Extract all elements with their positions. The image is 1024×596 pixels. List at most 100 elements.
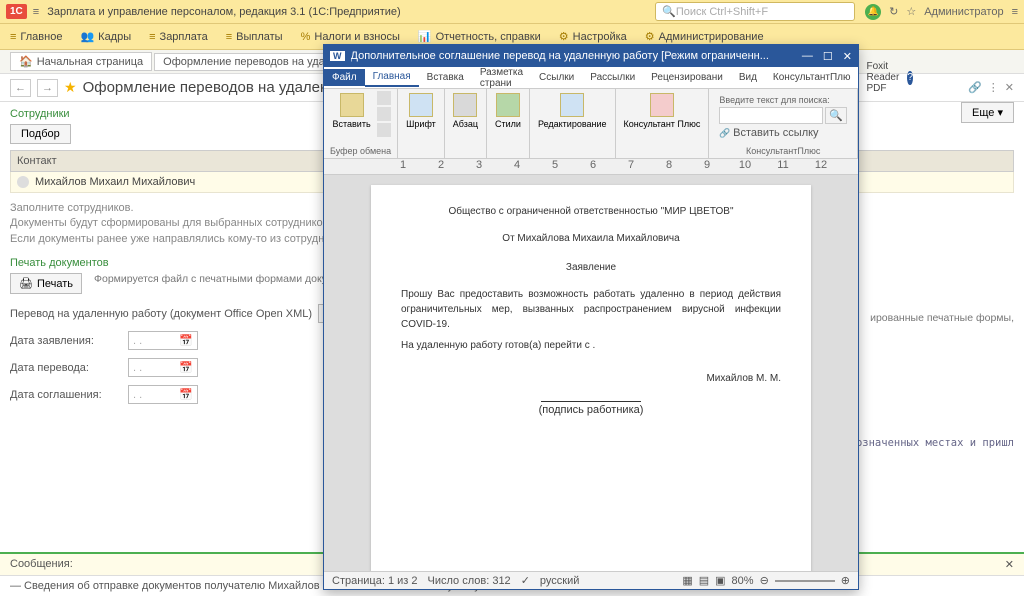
link-icon[interactable]: 🔗: [968, 81, 982, 94]
menu-zarplata[interactable]: ≡Зарплата: [149, 31, 208, 43]
date-transfer-input[interactable]: . .📅: [128, 358, 198, 377]
tab-review[interactable]: Рецензировани: [643, 69, 731, 86]
logo-1c: 1C: [6, 4, 27, 19]
global-search[interactable]: 🔍 Поиск Ctrl+Shift+F: [655, 2, 855, 21]
word-status-bar: Страница: 1 из 2 Число слов: 312 ✓ русск…: [324, 571, 858, 589]
close-icon[interactable]: ✕: [1005, 81, 1014, 94]
podbor-button[interactable]: Подбор: [10, 124, 71, 144]
tax-icon: %: [301, 31, 311, 43]
burger-icon[interactable]: ≡: [33, 6, 39, 18]
tab-mail[interactable]: Рассылки: [582, 69, 643, 86]
notifications-icon[interactable]: 🔔: [865, 4, 881, 20]
help-icon[interactable]: ?: [907, 71, 913, 85]
tab-kp[interactable]: КонсультантПлю: [765, 69, 859, 86]
para-button[interactable]: Абзац: [451, 91, 480, 131]
close-messages-icon[interactable]: ✕: [1005, 558, 1014, 571]
date-app-input[interactable]: . .📅: [128, 331, 198, 350]
menu-kadry[interactable]: 👥Кадры: [80, 30, 131, 43]
gear-icon: ⚙: [559, 30, 569, 43]
menu-settings[interactable]: ⚙Настройка: [559, 30, 627, 43]
menu-admin[interactable]: ⚙Администрирование: [645, 30, 764, 43]
kp-group: КонсультантПлюс: [746, 146, 820, 156]
doc-from: От Михайлова Михаила Михайловича: [401, 233, 781, 244]
tab-foxit[interactable]: Foxit Reader PDF: [859, 58, 908, 97]
calendar-icon[interactable]: 📅: [179, 334, 193, 347]
paste-button[interactable]: Вставить: [331, 91, 373, 131]
doc-company: Общество с ограниченной ответственностью…: [401, 205, 781, 219]
doc-title: Заявление: [401, 262, 781, 273]
view-web-icon[interactable]: ▣: [715, 574, 725, 587]
word-titlebar[interactable]: W Дополнительное соглашение перевод на у…: [324, 45, 858, 67]
date-app-label: Дата заявления:: [10, 335, 120, 347]
money-icon: ≡: [149, 31, 155, 43]
minimize-icon[interactable]: —: [802, 50, 813, 63]
print-button[interactable]: 🖨Печать: [10, 273, 82, 294]
maximize-icon[interactable]: ☐: [823, 50, 833, 63]
zoom-out-icon[interactable]: ⊖: [760, 574, 769, 587]
favorite-icon[interactable]: ☆: [906, 5, 916, 18]
app-title: Зарплата и управление персоналом, редакц…: [47, 6, 655, 18]
styles-button[interactable]: Стили: [493, 91, 523, 131]
word-window: W Дополнительное соглашение перевод на у…: [323, 44, 859, 590]
more-icon[interactable]: ⋮: [988, 81, 999, 94]
close-icon[interactable]: ✕: [843, 50, 852, 63]
breadcrumb-home[interactable]: 🏠Начальная страница: [10, 52, 152, 71]
cut-icon[interactable]: [377, 91, 391, 105]
insert-link-button[interactable]: 🔗 Вставить ссылку: [719, 127, 847, 139]
kp-button[interactable]: Консультант Плюс: [622, 91, 703, 131]
menu-nalogi[interactable]: %Налоги и взносы: [301, 31, 400, 43]
date-agreement-input[interactable]: . .📅: [128, 385, 198, 404]
tab-file[interactable]: Файл: [324, 69, 365, 86]
forward-button[interactable]: →: [37, 79, 58, 97]
status-lang[interactable]: русский: [540, 575, 579, 587]
tab-links[interactable]: Ссылки: [531, 69, 582, 86]
user-label[interactable]: Администратор: [924, 6, 1003, 18]
format-painter-icon[interactable]: [377, 123, 391, 137]
tab-home[interactable]: Главная: [365, 68, 419, 87]
font-icon: [409, 93, 433, 117]
view-print-icon[interactable]: ▦: [682, 574, 692, 587]
status-spell-icon[interactable]: ✓: [521, 574, 530, 587]
search-placeholder: Поиск Ctrl+Shift+F: [676, 6, 768, 18]
editing-button[interactable]: Редактирование: [536, 91, 609, 131]
doc-sign-line: (подпись работника): [401, 394, 781, 416]
back-button[interactable]: ←: [10, 79, 31, 97]
tab-layout[interactable]: Разметка страни: [472, 64, 531, 92]
doc-body2: На удаленную работу готов(а) перейти с .: [401, 338, 781, 353]
kp-icon: [650, 93, 674, 117]
print-icon: 🖨: [19, 277, 33, 290]
tab-insert[interactable]: Вставка: [419, 69, 472, 86]
search-go-icon[interactable]: 🔍: [825, 107, 847, 124]
side-text-2: обозначенных местах и пришл: [843, 437, 1014, 449]
history-icon[interactable]: ↻: [889, 5, 898, 18]
zoom-in-icon[interactable]: ⊕: [841, 574, 850, 587]
word-ribbon: Вставить Буфер обмена Шрифт Абзац Стили …: [324, 89, 858, 159]
ribbon-search-input[interactable]: [719, 107, 823, 124]
favorite-star-icon[interactable]: ★: [64, 79, 77, 96]
status-page[interactable]: Страница: 1 из 2: [332, 575, 418, 587]
status-words[interactable]: Число слов: 312: [428, 575, 511, 587]
view-read-icon[interactable]: ▤: [699, 574, 709, 587]
settings-icon[interactable]: ≡: [1012, 6, 1018, 18]
calendar-icon[interactable]: 📅: [179, 388, 193, 401]
zoom-slider[interactable]: [775, 580, 835, 582]
word-tabs: Файл Главная Вставка Разметка страни Ссы…: [324, 67, 858, 89]
calendar-icon[interactable]: 📅: [179, 361, 193, 374]
word-title: Дополнительное соглашение перевод на уда…: [351, 50, 802, 62]
search-hint: Введите текст для поиска:: [719, 95, 847, 105]
employee-name: Михайлов Михаил Михайлович: [35, 176, 195, 188]
menu-main[interactable]: ≡Главное: [10, 31, 62, 43]
copy-icon[interactable]: [377, 107, 391, 121]
ruler[interactable]: 123456789101112: [324, 159, 858, 175]
home-icon: ≡: [10, 31, 16, 43]
document-page[interactable]: Общество с ограниченной ответственностью…: [371, 185, 811, 573]
menu-vyplaty[interactable]: ≡Выплаты: [226, 31, 283, 43]
zoom-level[interactable]: 80%: [732, 575, 754, 587]
document-area[interactable]: Общество с ограниченной ответственностью…: [324, 175, 858, 573]
date-transfer-label: Дата перевода:: [10, 362, 120, 374]
more-button[interactable]: Еще ▾: [961, 102, 1014, 123]
date-agreement-label: Дата соглашения:: [10, 389, 120, 401]
menu-reports[interactable]: 📊Отчетность, справки: [418, 30, 541, 43]
font-button[interactable]: Шрифт: [404, 91, 438, 131]
tab-view[interactable]: Вид: [731, 69, 765, 86]
